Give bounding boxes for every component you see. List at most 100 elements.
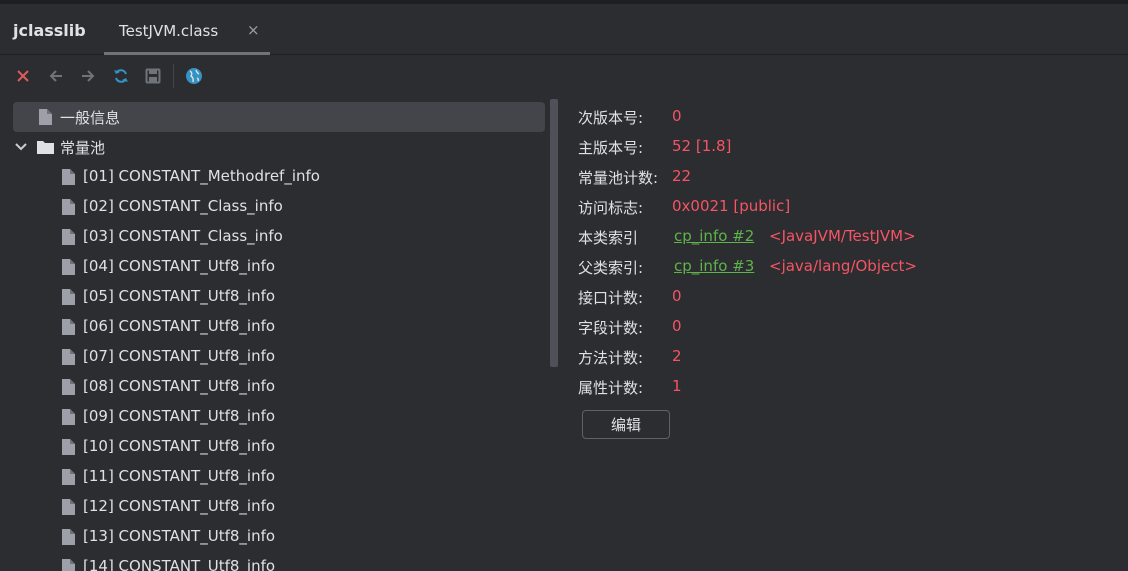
tab-close-icon[interactable]: ×	[247, 21, 260, 39]
tree-item-label: [11] CONSTANT_Utf8_info	[83, 467, 276, 485]
tree-item-label: 常量池	[60, 139, 106, 157]
minor-version-row: 次版本号: 0	[578, 102, 1118, 132]
close-button[interactable]	[13, 66, 33, 86]
back-button[interactable]	[46, 66, 66, 86]
super-class-label: 父类索引:	[578, 259, 644, 277]
this-class-comment: <JavaJVM/TestJVM>	[769, 227, 916, 245]
toolbar-separator	[173, 64, 174, 88]
file-icon	[62, 199, 75, 215]
close-icon	[17, 70, 29, 82]
tree-item-general-info[interactable]: 一般信息	[13, 102, 545, 132]
refresh-button[interactable]	[111, 66, 131, 86]
file-icon	[62, 289, 75, 305]
fields-count-row: 字段计数: 0	[578, 312, 1118, 342]
file-icon	[62, 319, 75, 335]
tree-item-constant[interactable]: [06] CONSTANT_Utf8_info	[13, 312, 545, 342]
access-flags-value: 0x0021 [public]	[672, 197, 791, 215]
tree-item-label: [13] CONSTANT_Utf8_info	[83, 527, 276, 545]
fields-count-label: 字段计数:	[578, 319, 644, 337]
file-icon	[62, 409, 75, 425]
tree-item-constant[interactable]: [07] CONSTANT_Utf8_info	[13, 342, 545, 372]
file-icon	[62, 499, 75, 515]
tree-item-constant[interactable]: [14] CONSTANT_Utf8_info	[13, 552, 545, 571]
access-flags-label: 访问标志:	[578, 199, 644, 217]
chevron-down-icon[interactable]	[15, 142, 27, 152]
fields-count-value: 0	[672, 317, 682, 335]
tree-item-label: [12] CONSTANT_Utf8_info	[83, 497, 276, 515]
edit-button[interactable]: 编辑	[582, 410, 670, 439]
tab-bar: jclasslib TestJVM.class ×	[0, 4, 1128, 55]
file-icon	[62, 439, 75, 455]
super-class-comment: <java/lang/Object>	[769, 257, 917, 275]
this-class-row: 本类索引 cp_info #2 <JavaJVM/TestJVM>	[578, 222, 1118, 252]
tab-active-indicator	[104, 52, 270, 55]
super-class-row: 父类索引: cp_info #3 <java/lang/Object>	[578, 252, 1118, 282]
forward-button[interactable]	[78, 66, 98, 86]
tree-item-constant[interactable]: [09] CONSTANT_Utf8_info	[13, 402, 545, 432]
minor-version-value: 0	[672, 107, 682, 125]
tree-item-constant[interactable]: [11] CONSTANT_Utf8_info	[13, 462, 545, 492]
this-class-link[interactable]: cp_info #2	[674, 227, 754, 245]
attributes-count-value: 1	[672, 377, 682, 395]
toolbar	[0, 56, 1128, 96]
refresh-icon	[114, 69, 128, 83]
tree-item-constant[interactable]: [12] CONSTANT_Utf8_info	[13, 492, 545, 522]
tree-item-constant[interactable]: [02] CONSTANT_Class_info	[13, 192, 545, 222]
file-icon	[62, 559, 75, 571]
tree-item-label: [03] CONSTANT_Class_info	[83, 227, 283, 245]
file-icon	[62, 379, 75, 395]
methods-count-value: 2	[672, 347, 682, 365]
file-icon	[62, 529, 75, 545]
tree-item-constant[interactable]: [04] CONSTANT_Utf8_info	[13, 252, 545, 282]
interfaces-count-value: 0	[672, 287, 682, 305]
file-icon	[62, 259, 75, 275]
save-button[interactable]	[143, 66, 163, 86]
file-icon	[39, 109, 52, 125]
tree-item-constant[interactable]: [05] CONSTANT_Utf8_info	[13, 282, 545, 312]
tree-item-label: [08] CONSTANT_Utf8_info	[83, 377, 276, 395]
tree-item-label: [01] CONSTANT_Methodref_info	[83, 167, 320, 185]
file-icon	[62, 469, 75, 485]
forward-icon	[82, 70, 95, 82]
methods-count-row: 方法计数: 2	[578, 342, 1118, 372]
tree-item-constant[interactable]: [01] CONSTANT_Methodref_info	[13, 162, 545, 192]
access-flags-row: 访问标志: 0x0021 [public]	[578, 192, 1118, 222]
cp-count-row: 常量池计数: 22	[578, 162, 1118, 192]
back-icon	[49, 70, 62, 82]
tree-item-label: [02] CONSTANT_Class_info	[83, 197, 283, 215]
file-icon	[62, 229, 75, 245]
methods-count-label: 方法计数:	[578, 349, 644, 367]
attributes-count-row: 属性计数: 1	[578, 372, 1118, 402]
tree-item-label: [14] CONSTANT_Utf8_info	[83, 557, 276, 571]
tree-item-label: [05] CONSTANT_Utf8_info	[83, 287, 276, 305]
interfaces-count-label: 接口计数:	[578, 289, 644, 307]
file-icon	[62, 349, 75, 365]
tree-scrollbar-thumb[interactable]	[550, 99, 558, 367]
app-title: jclasslib	[13, 21, 86, 40]
tree-item-constant[interactable]: [10] CONSTANT_Utf8_info	[13, 432, 545, 462]
browser-button[interactable]	[184, 66, 204, 86]
super-class-link[interactable]: cp_info #3	[674, 257, 754, 275]
cp-count-label: 常量池计数:	[578, 169, 659, 187]
major-version-value: 52 [1.8]	[672, 137, 732, 155]
tree-item-label: [10] CONSTANT_Utf8_info	[83, 437, 276, 455]
major-version-row: 主版本号: 52 [1.8]	[578, 132, 1118, 162]
tree-item-constant[interactable]: [13] CONSTANT_Utf8_info	[13, 522, 545, 552]
save-icon	[145, 68, 161, 84]
tab-label: TestJVM.class	[119, 22, 219, 40]
file-icon	[62, 169, 75, 185]
cp-count-value: 22	[672, 167, 692, 185]
tab-testjvm-class[interactable]: TestJVM.class ×	[104, 4, 270, 55]
general-info-panel: 次版本号: 0 主版本号: 52 [1.8] 常量池计数: 22 访问标志: 0…	[578, 102, 1118, 462]
tree-item-constant-pool[interactable]: 常量池	[13, 132, 545, 162]
minor-version-label: 次版本号:	[578, 109, 644, 127]
class-tree[interactable]: 一般信息 常量池 [01] CONSTANT_Methodref_info [0…	[13, 102, 549, 571]
tree-item-label: [04] CONSTANT_Utf8_info	[83, 257, 276, 275]
this-class-label: 本类索引	[578, 229, 639, 247]
tree-item-label: [06] CONSTANT_Utf8_info	[83, 317, 276, 335]
tree-item-label: [07] CONSTANT_Utf8_info	[83, 347, 276, 365]
tree-item-constant[interactable]: [03] CONSTANT_Class_info	[13, 222, 545, 252]
major-version-label: 主版本号:	[578, 139, 644, 157]
tree-item-constant[interactable]: [08] CONSTANT_Utf8_info	[13, 372, 545, 402]
attributes-count-label: 属性计数:	[578, 379, 644, 397]
